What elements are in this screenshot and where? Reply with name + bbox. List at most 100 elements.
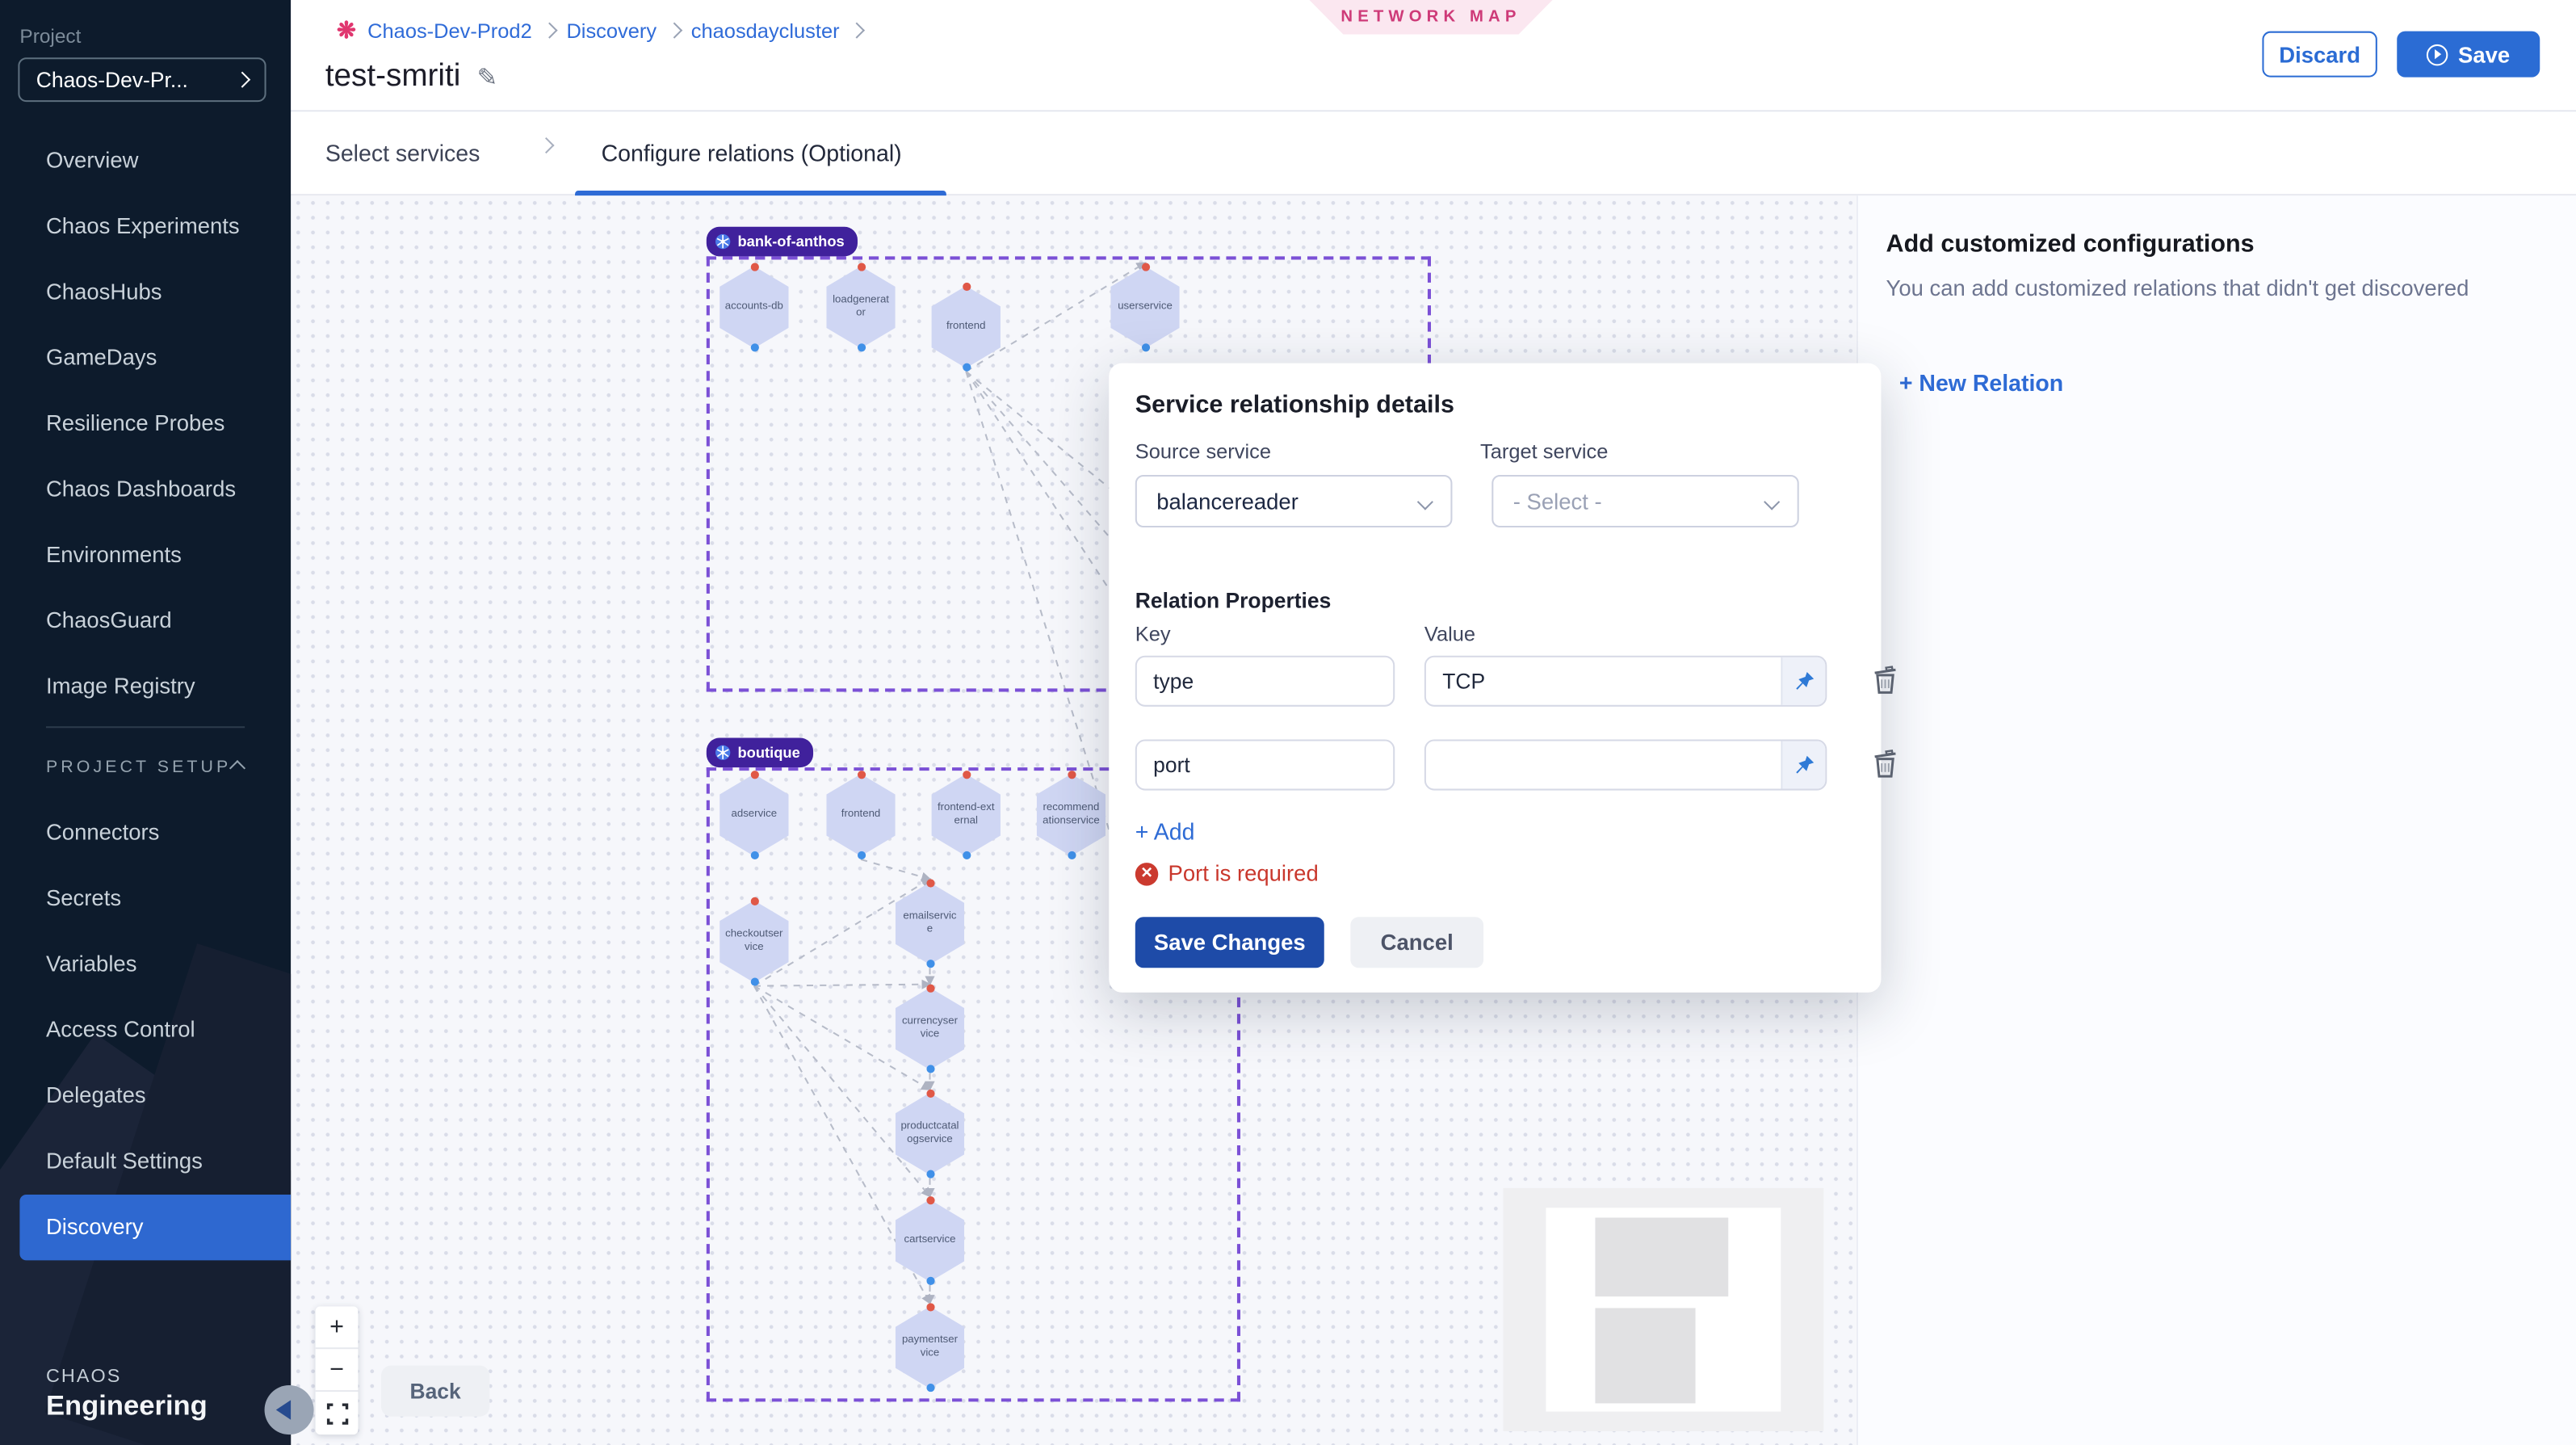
cancel-button[interactable]: Cancel <box>1350 917 1483 968</box>
pin-button[interactable] <box>1781 657 1825 705</box>
discard-button[interactable]: Discard <box>2262 32 2377 78</box>
breadcrumb-cluster[interactable]: chaosdaycluster <box>691 19 840 41</box>
key-column-label: Key <box>1135 623 1171 645</box>
service-node-currencyservice[interactable]: currencyservice <box>896 988 964 1070</box>
sidebar-item-resilience-probes[interactable]: Resilience Probes <box>0 391 291 456</box>
pin-button[interactable] <box>1781 741 1825 789</box>
output-port-dot[interactable] <box>925 1277 933 1285</box>
input-port-dot[interactable] <box>750 897 758 905</box>
delete-row-button[interactable] <box>1871 664 1899 695</box>
sidebar-item-discovery[interactable]: Discovery <box>19 1195 291 1260</box>
output-port-dot[interactable] <box>925 960 933 968</box>
output-port-dot[interactable] <box>857 343 865 351</box>
sidebar-item-secrets[interactable]: Secrets <box>0 866 291 931</box>
service-node-frontend-external[interactable]: frontend-external <box>932 774 1001 856</box>
sidebar-item-chaoshubs[interactable]: ChaosHubs <box>0 259 291 325</box>
sidebar-collapse-button[interactable] <box>265 1385 314 1434</box>
input-port-dot[interactable] <box>925 1303 933 1311</box>
back-button[interactable]: Back <box>381 1366 489 1417</box>
service-node-emailservice[interactable]: emailservice <box>896 882 964 964</box>
output-port-dot[interactable] <box>1067 851 1075 859</box>
output-port-dot[interactable] <box>857 851 865 859</box>
sidebar-item-default-settings[interactable]: Default Settings <box>0 1129 291 1195</box>
app-root: Project Chaos-Dev-Pr... OverviewChaos Ex… <box>0 0 2576 1445</box>
minimap[interactable] <box>1504 1188 1824 1431</box>
sidebar-item-chaos-dashboards[interactable]: Chaos Dashboards <box>0 457 291 523</box>
service-node-cartservice[interactable]: cartservice <box>896 1199 964 1282</box>
input-port-dot[interactable] <box>925 985 933 993</box>
service-node-productcatalogservice[interactable]: productcatalogservice <box>896 1093 964 1175</box>
kubernetes-icon <box>715 745 731 761</box>
zoom-in-button[interactable]: + <box>316 1306 359 1349</box>
sidebar-item-image-registry[interactable]: Image Registry <box>0 654 291 720</box>
key-input[interactable] <box>1135 740 1395 791</box>
chevron-down-icon <box>1764 493 1780 509</box>
group-label-bank-of-anthos[interactable]: bank-of-anthos <box>707 227 858 257</box>
service-node-userservice[interactable]: userservice <box>1110 267 1179 349</box>
group-label-boutique[interactable]: boutique <box>707 737 813 767</box>
project-label: Project <box>19 25 81 48</box>
sidebar-item-access-control[interactable]: Access Control <box>0 998 291 1063</box>
output-port-dot[interactable] <box>750 343 758 351</box>
input-port-dot[interactable] <box>962 283 970 291</box>
target-service-select[interactable]: - Select - <box>1491 475 1798 527</box>
add-property-button[interactable]: + Add <box>1135 818 1195 845</box>
input-port-dot[interactable] <box>750 263 758 271</box>
tab-select-services[interactable]: Select services <box>325 139 480 166</box>
service-node-paymentservice[interactable]: paymentservice <box>896 1306 964 1388</box>
output-port-dot[interactable] <box>925 1065 933 1073</box>
save-button[interactable]: Save <box>2397 32 2540 78</box>
delete-row-button[interactable] <box>1871 748 1899 779</box>
fullscreen-button[interactable] <box>316 1392 359 1434</box>
output-port-dot[interactable] <box>750 851 758 859</box>
output-port-dot[interactable] <box>962 851 970 859</box>
project-selector[interactable]: Chaos-Dev-Pr... <box>18 57 266 102</box>
output-port-dot[interactable] <box>925 1170 933 1178</box>
input-port-dot[interactable] <box>1141 263 1149 271</box>
service-node-loadgenerator[interactable]: loadgenerator <box>826 267 895 349</box>
service-node-recommendationservice[interactable]: recommendationservice <box>1037 774 1105 856</box>
value-input[interactable] <box>1424 740 1827 791</box>
input-port-dot[interactable] <box>925 1090 933 1098</box>
key-input[interactable] <box>1135 656 1395 707</box>
output-port-dot[interactable] <box>750 977 758 985</box>
output-port-dot[interactable] <box>1141 343 1149 351</box>
project-setup-heading[interactable]: PROJECT SETUP <box>0 734 291 800</box>
zoom-out-button[interactable]: − <box>316 1349 359 1392</box>
sidebar-item-environments[interactable]: Environments <box>0 523 291 588</box>
service-node-adservice[interactable]: adservice <box>720 774 788 856</box>
breadcrumb-discovery[interactable]: Discovery <box>566 19 657 41</box>
sidebar-item-variables[interactable]: Variables <box>0 932 291 998</box>
group-name: bank-of-anthos <box>737 233 844 250</box>
source-service-select[interactable]: balancereader <box>1135 475 1453 527</box>
new-relation-button[interactable]: + New Relation <box>1899 370 2063 397</box>
breadcrumb-project[interactable]: Chaos-Dev-Prod2 <box>367 19 532 41</box>
input-port-dot[interactable] <box>750 771 758 779</box>
service-node-frontend[interactable]: frontend <box>932 286 1001 368</box>
service-node-accounts-db[interactable]: accounts-db <box>720 267 788 349</box>
input-port-dot[interactable] <box>1067 771 1075 779</box>
sidebar-item-chaosguard[interactable]: ChaosGuard <box>0 588 291 653</box>
minimap-viewport <box>1546 1208 1781 1411</box>
sidebar-item-overview[interactable]: Overview <box>0 128 291 194</box>
sidebar-item-delegates[interactable]: Delegates <box>0 1063 291 1128</box>
sidebar-item-gamedays[interactable]: GameDays <box>0 326 291 391</box>
input-port-dot[interactable] <box>925 879 933 887</box>
value-input[interactable] <box>1424 656 1827 707</box>
service-node-checkoutservice[interactable]: checkoutservice <box>720 901 788 983</box>
target-service-placeholder: - Select - <box>1513 489 1602 514</box>
input-port-dot[interactable] <box>857 263 865 271</box>
sidebar-item-connectors[interactable]: Connectors <box>0 800 291 866</box>
output-port-dot[interactable] <box>925 1384 933 1392</box>
edit-title-icon[interactable]: ✎ <box>477 62 498 92</box>
relation-properties-heading: Relation Properties <box>1135 588 1332 613</box>
input-port-dot[interactable] <box>962 771 970 779</box>
save-changes-button[interactable]: Save Changes <box>1135 917 1324 968</box>
tab-configure-relations[interactable]: Configure relations (Optional) <box>602 139 902 166</box>
output-port-dot[interactable] <box>962 363 970 372</box>
sidebar-item-chaos-experiments[interactable]: Chaos Experiments <box>0 194 291 259</box>
chevron-right-icon <box>234 72 250 88</box>
service-node-frontend[interactable]: frontend <box>826 774 895 856</box>
input-port-dot[interactable] <box>857 771 865 779</box>
input-port-dot[interactable] <box>925 1196 933 1204</box>
